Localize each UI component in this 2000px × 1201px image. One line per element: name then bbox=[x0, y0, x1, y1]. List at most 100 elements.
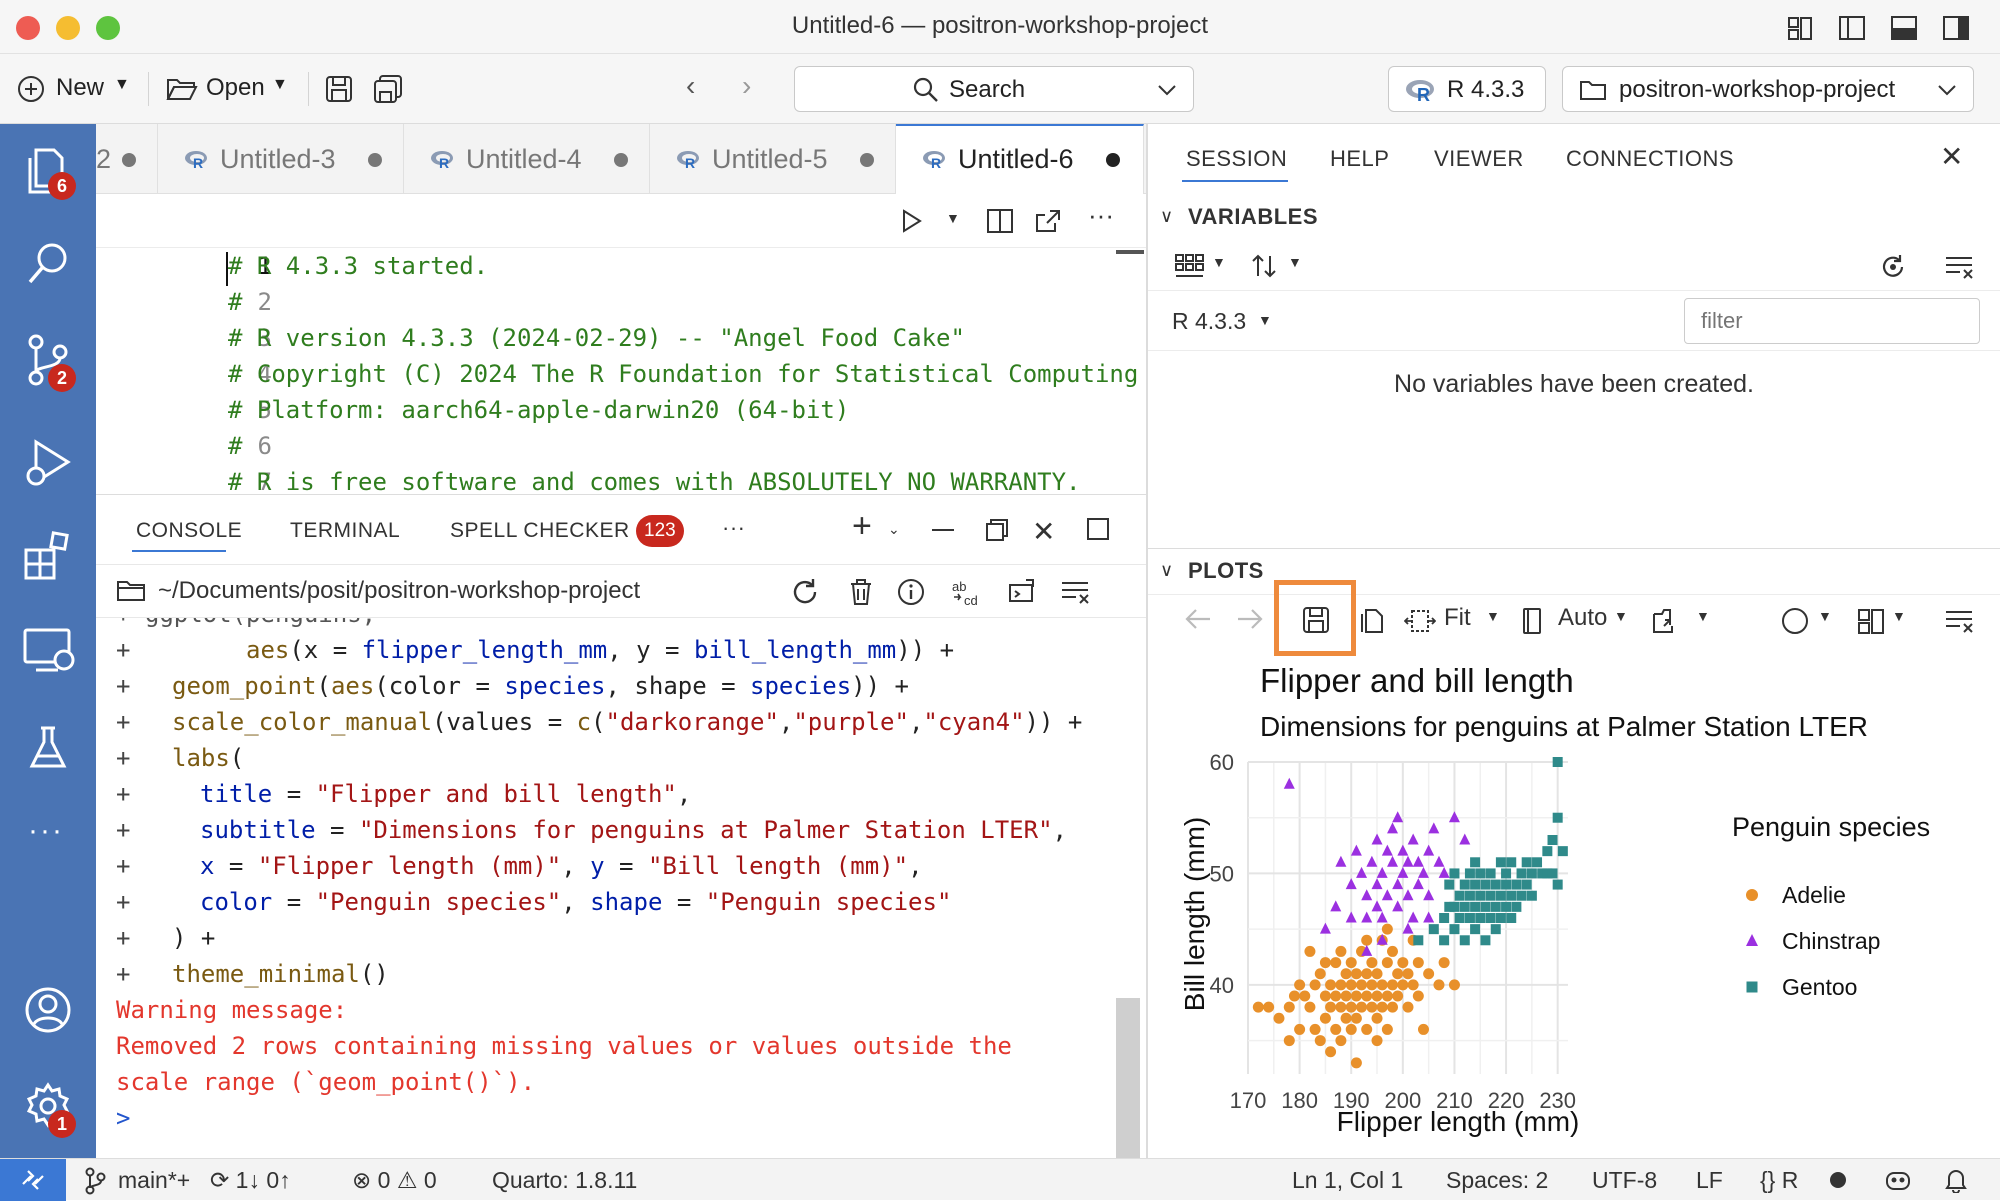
indentation[interactable]: Spaces: 2 bbox=[1446, 1167, 1548, 1194]
tab-viewer[interactable]: VIEWER bbox=[1434, 146, 1524, 172]
account-icon[interactable] bbox=[24, 986, 72, 1034]
variables-header[interactable]: VARIABLES bbox=[1188, 204, 1318, 230]
run-icon[interactable] bbox=[900, 208, 924, 234]
copilot-icon[interactable] bbox=[1884, 1167, 1912, 1193]
auto-label[interactable]: Auto bbox=[1558, 604, 1607, 632]
code-editor[interactable]: 1 # R 4.3.3 started. 2 # 3 # R version 4… bbox=[96, 248, 1146, 494]
sort-icon[interactable] bbox=[1250, 252, 1280, 280]
open-button[interactable]: Open ▼ bbox=[166, 72, 292, 106]
tab-untitled-5[interactable]: R Untitled-5 bbox=[650, 124, 896, 194]
new-button[interactable]: New ▼ bbox=[16, 72, 132, 106]
open-external-icon[interactable] bbox=[1034, 208, 1062, 234]
tab-terminal[interactable]: TERMINAL bbox=[290, 519, 400, 543]
data-point-adelie bbox=[1350, 1012, 1362, 1024]
plot-layout-icon[interactable] bbox=[1856, 606, 1886, 636]
background-icon[interactable] bbox=[1780, 606, 1810, 636]
language-status-icon[interactable] bbox=[1830, 1172, 1846, 1188]
project-button[interactable]: positron-workshop-project bbox=[1562, 66, 1974, 112]
trash-icon[interactable] bbox=[848, 577, 874, 607]
minimize-panel-icon[interactable] bbox=[932, 529, 954, 531]
environment-selector[interactable]: R 4.3.3 bbox=[1172, 308, 1246, 335]
back-arrow-icon[interactable]: ‹ bbox=[686, 70, 695, 102]
clear-plots-icon[interactable] bbox=[1944, 608, 1976, 634]
tab-untitled-3[interactable]: R Untitled-3 bbox=[158, 124, 404, 194]
grouping-icon[interactable] bbox=[1174, 252, 1206, 280]
search-label: Search bbox=[949, 76, 1026, 103]
tab-session[interactable]: SESSION bbox=[1186, 146, 1287, 172]
clear-variables-icon[interactable] bbox=[1944, 254, 1976, 280]
chevron-down-icon[interactable]: ▼ bbox=[1696, 608, 1710, 624]
close-icon[interactable]: ✕ bbox=[1940, 140, 1963, 173]
word-wrap-icon[interactable]: ab cd bbox=[950, 577, 982, 607]
console-prompt[interactable]: > bbox=[116, 1100, 130, 1136]
console-window-icon[interactable] bbox=[1006, 577, 1036, 607]
clear-console-icon[interactable] bbox=[1060, 579, 1092, 605]
tab-untitled-2[interactable]: 2 bbox=[96, 124, 158, 194]
save-all-icon[interactable] bbox=[372, 74, 404, 104]
bell-icon[interactable] bbox=[1944, 1167, 1968, 1193]
toggle-secondary-sidebar-icon[interactable] bbox=[1942, 14, 1970, 42]
maximize-panel-icon[interactable] bbox=[1086, 517, 1110, 541]
split-editor-icon[interactable] bbox=[986, 208, 1014, 234]
line-ending[interactable]: LF bbox=[1696, 1167, 1723, 1194]
interpreter-button[interactable]: R R 4.3.3 bbox=[1388, 66, 1546, 112]
tab-help[interactable]: HELP bbox=[1330, 146, 1389, 172]
encoding[interactable]: UTF-8 bbox=[1592, 1167, 1657, 1194]
tab-untitled-6[interactable]: R Untitled-6 bbox=[896, 124, 1144, 195]
restore-panel-icon[interactable] bbox=[984, 517, 1010, 543]
flask-icon[interactable] bbox=[26, 724, 70, 772]
remote-explorer-icon[interactable] bbox=[22, 626, 76, 676]
previous-plot-icon[interactable] bbox=[1182, 606, 1214, 632]
more-icon[interactable]: ··· bbox=[28, 814, 64, 848]
forward-arrow-icon[interactable]: › bbox=[742, 70, 751, 102]
chevron-down-icon[interactable]: ▼ bbox=[946, 210, 960, 226]
chevron-down-icon[interactable]: ▼ bbox=[1288, 254, 1302, 270]
chevron-down-icon[interactable]: ∨ bbox=[1160, 560, 1173, 581]
sizing-icon[interactable] bbox=[1404, 606, 1436, 636]
next-plot-icon[interactable] bbox=[1234, 606, 1266, 632]
tab-untitled-4[interactable]: R Untitled-4 bbox=[404, 124, 650, 194]
plots-header[interactable]: PLOTS bbox=[1188, 558, 1264, 584]
remote-indicator[interactable] bbox=[0, 1159, 66, 1201]
info-icon[interactable] bbox=[896, 577, 926, 607]
chevron-down-icon[interactable]: ▼ bbox=[1614, 608, 1628, 624]
chevron-down-icon[interactable]: ▼ bbox=[1818, 608, 1832, 624]
console-scrollbar[interactable] bbox=[1116, 998, 1140, 1158]
save-icon[interactable] bbox=[324, 74, 354, 104]
cursor-position[interactable]: Ln 1, Col 1 bbox=[1292, 1167, 1403, 1194]
quarto-version[interactable]: Quarto: 1.8.11 bbox=[492, 1167, 637, 1194]
more-actions-icon[interactable]: ··· bbox=[1088, 200, 1114, 231]
toggle-sidebar-icon[interactable] bbox=[1838, 14, 1866, 42]
sync-status[interactable]: ⟳ 1↓ 0↑ bbox=[210, 1167, 291, 1194]
export-plot-icon[interactable] bbox=[1650, 606, 1682, 636]
fit-label[interactable]: Fit bbox=[1444, 604, 1471, 632]
close-panel-icon[interactable]: ✕ bbox=[1032, 515, 1055, 548]
plot-area[interactable]: Flipper and bill length Dimensions for p… bbox=[1148, 644, 2000, 1158]
chevron-down-icon[interactable]: ⌄ bbox=[888, 521, 900, 538]
chevron-down-icon[interactable]: ▼ bbox=[1258, 312, 1272, 328]
console-output[interactable]: + ggplot(penguins, + aes(x = flipper_len… bbox=[96, 618, 1146, 1158]
language-mode[interactable]: {} R bbox=[1760, 1167, 1798, 1194]
page-size-icon[interactable] bbox=[1520, 606, 1544, 636]
copy-plot-icon[interactable] bbox=[1358, 606, 1384, 636]
variables-filter-input[interactable] bbox=[1684, 298, 1980, 344]
customize-layout-icon[interactable] bbox=[1786, 14, 1814, 42]
search-box[interactable]: Search bbox=[794, 66, 1194, 112]
add-console-icon[interactable]: + bbox=[852, 509, 872, 543]
problems-status[interactable]: ⊗ 0 ⚠ 0 bbox=[352, 1167, 437, 1194]
chevron-down-icon[interactable]: ▼ bbox=[1892, 608, 1906, 624]
run-debug-icon[interactable] bbox=[22, 436, 74, 488]
tab-spell-checker[interactable]: SPELL CHECKER bbox=[450, 519, 630, 543]
tab-connections[interactable]: CONNECTIONS bbox=[1566, 146, 1734, 172]
chevron-down-icon[interactable]: ∨ bbox=[1160, 206, 1173, 227]
more-tabs-icon[interactable]: ··· bbox=[722, 515, 745, 541]
chevron-down-icon[interactable]: ▼ bbox=[1212, 254, 1226, 270]
search-icon[interactable] bbox=[24, 240, 72, 288]
chevron-down-icon[interactable]: ▼ bbox=[1486, 608, 1500, 624]
refresh-icon[interactable] bbox=[1878, 252, 1908, 282]
branch-label[interactable]: main*+ bbox=[118, 1167, 190, 1194]
restart-icon[interactable] bbox=[790, 577, 820, 607]
tab-console[interactable]: CONSOLE bbox=[136, 519, 242, 543]
toggle-panel-icon[interactable] bbox=[1890, 14, 1918, 42]
extensions-icon[interactable] bbox=[22, 530, 74, 582]
